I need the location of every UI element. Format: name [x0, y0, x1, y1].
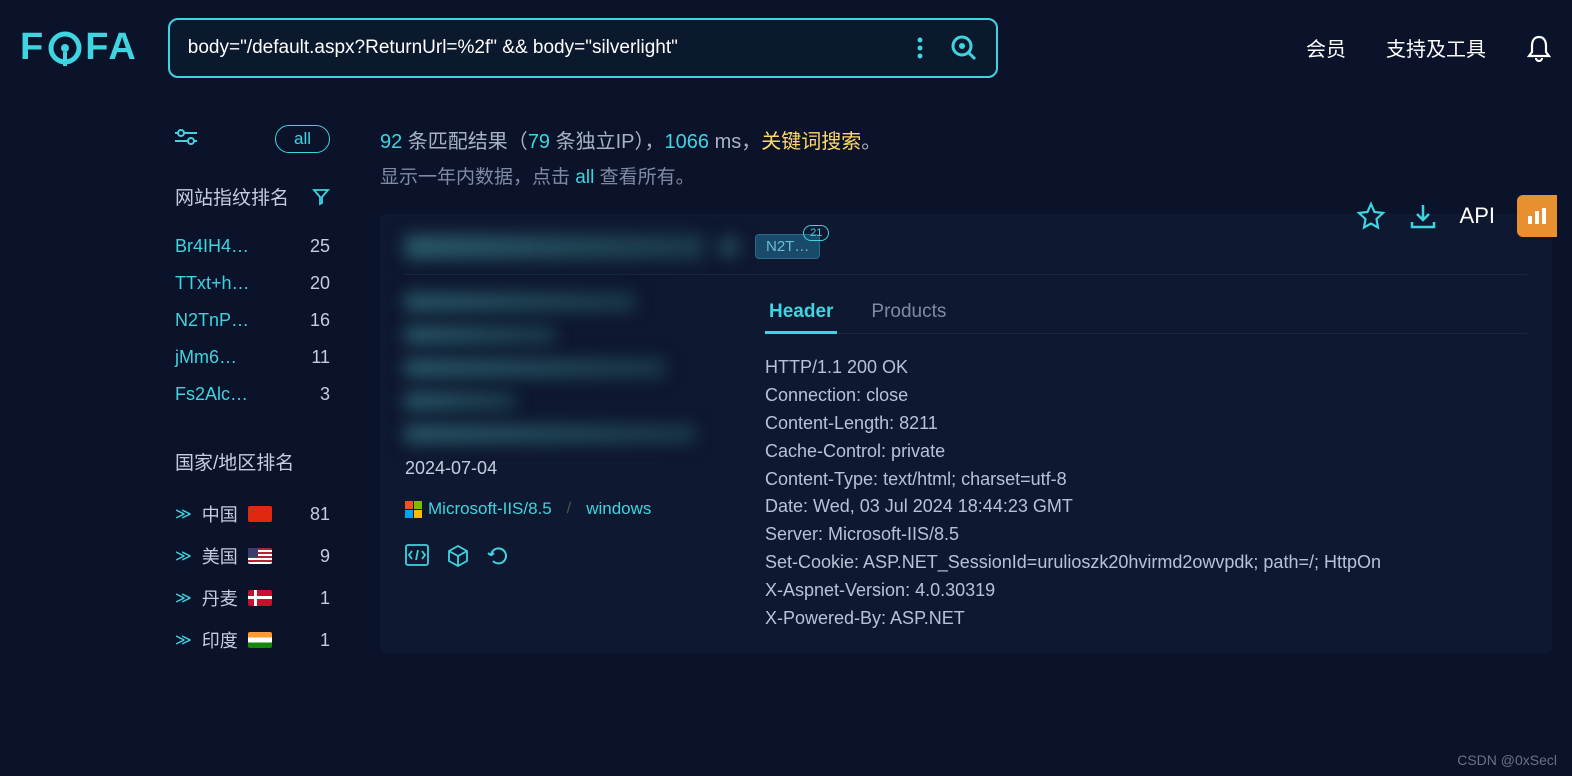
code-icon[interactable]	[405, 544, 429, 568]
redacted-host: ████████████	[405, 235, 705, 259]
tab-header[interactable]: Header	[765, 293, 837, 334]
fingerprint-title: 网站指纹排名	[175, 183, 330, 210]
redacted	[405, 425, 695, 443]
redacted	[405, 326, 555, 344]
country-title: 国家/地区排名	[175, 448, 330, 475]
list-item[interactable]: TTxt+h…20	[175, 265, 330, 302]
settings-icon[interactable]	[175, 129, 197, 149]
list-item[interactable]: Fs2Alc…3	[175, 376, 330, 413]
tab-products[interactable]: Products	[867, 293, 950, 333]
flag-icon	[248, 632, 272, 648]
list-item[interactable]: ≫印度1	[175, 619, 330, 661]
results-summary: 92 条匹配结果（79 条独立IP），1066 ms，关键词搜索。 显示一年内数…	[380, 125, 1552, 189]
list-item[interactable]: Br4IH4…25	[175, 228, 330, 265]
redacted	[405, 392, 515, 410]
result-date: 2024-07-04	[405, 458, 735, 479]
refresh-icon[interactable]	[487, 544, 510, 568]
redacted	[405, 359, 665, 377]
search-input[interactable]	[188, 37, 910, 59]
more-icon[interactable]	[910, 36, 930, 60]
microsoft-icon	[405, 501, 422, 518]
chevron-icon: ≫	[175, 546, 192, 566]
logo[interactable]: F FA	[20, 26, 138, 69]
list-item[interactable]: ≫丹麦1	[175, 577, 330, 619]
tech-tag-iis[interactable]: Microsoft-IIS/8.5	[405, 499, 552, 519]
funnel-icon[interactable]	[312, 188, 330, 206]
api-link[interactable]: API	[1460, 203, 1495, 229]
flag-icon	[248, 548, 272, 564]
star-icon[interactable]	[1356, 201, 1386, 231]
redacted	[405, 293, 635, 311]
list-item[interactable]: ≫美国9	[175, 535, 330, 577]
country-list: ≫中国81 ≫美国9 ≫丹麦1 ≫印度1	[175, 493, 330, 661]
fingerprint-tag[interactable]: N2T…21	[755, 234, 820, 259]
flag-icon	[248, 590, 272, 606]
http-headers: HTTP/1.1 200 OK Connection: close Conten…	[765, 354, 1527, 633]
all-link[interactable]: all	[575, 167, 594, 188]
chevron-icon: ≫	[175, 588, 192, 608]
all-pill[interactable]: all	[275, 125, 330, 153]
tech-tag-windows[interactable]: windows	[586, 499, 651, 519]
sidebar: all 网站指纹排名 Br4IH4…25 TTxt+h…20 N2TnP…16 …	[20, 125, 330, 696]
fingerprint-list: Br4IH4…25 TTxt+h…20 N2TnP…16 jMm6…11 Fs2…	[175, 228, 330, 413]
bell-icon[interactable]	[1526, 34, 1552, 62]
stats-button[interactable]	[1517, 195, 1557, 237]
flag-icon	[248, 506, 272, 522]
list-item[interactable]: jMm6…11	[175, 339, 330, 376]
nav-member[interactable]: 会员	[1306, 33, 1346, 62]
list-item[interactable]: N2TnP…16	[175, 302, 330, 339]
main: all 网站指纹排名 Br4IH4…25 TTxt+h…20 N2TnP…16 …	[0, 125, 1572, 696]
tabs: Header Products	[765, 293, 1527, 334]
watermark: CSDN @0xSecl	[1457, 752, 1557, 768]
cube-icon[interactable]	[447, 544, 469, 568]
search-box	[168, 18, 998, 78]
result-card: ████████████ N2T…21 2024-07-04 Microsoft…	[380, 214, 1552, 653]
card-meta: 2024-07-04 Microsoft-IIS/8.5 / windows	[405, 293, 735, 633]
card-detail: Header Products HTTP/1.1 200 OK Connecti…	[765, 293, 1527, 633]
list-item[interactable]: ≫中国81	[175, 493, 330, 535]
nav-tools[interactable]: 支持及工具	[1386, 33, 1486, 62]
header: F FA 会员 支持及工具	[0, 0, 1572, 95]
keyword-search-link[interactable]: 关键词搜索	[761, 131, 861, 153]
download-icon[interactable]	[1408, 202, 1438, 230]
chevron-icon: ≫	[175, 504, 192, 524]
top-actions: API	[1356, 195, 1557, 237]
search-icon[interactable]	[950, 34, 978, 62]
chevron-icon: ≫	[175, 630, 192, 650]
nav-right: 会员 支持及工具	[1306, 33, 1552, 62]
redacted	[720, 238, 740, 256]
